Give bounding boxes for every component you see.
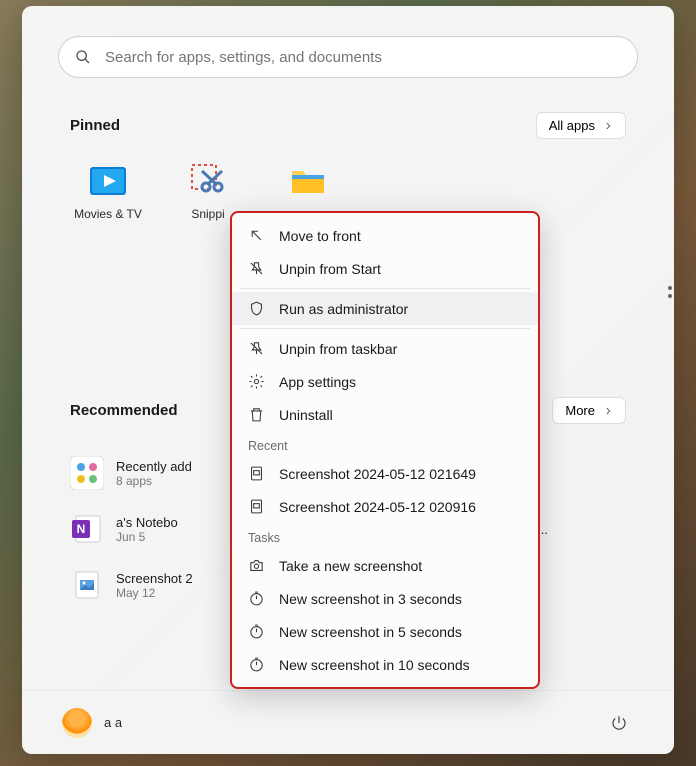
cm-move-to-front[interactable]: Move to front — [232, 219, 538, 252]
gear-icon — [248, 373, 265, 390]
power-button[interactable] — [604, 708, 634, 738]
separator — [240, 288, 530, 289]
separator — [240, 328, 530, 329]
rec-sub: 8 apps — [116, 474, 192, 488]
image-file-icon — [248, 498, 265, 515]
timer-icon — [248, 623, 265, 640]
unpin-icon — [248, 340, 265, 357]
context-menu: Move to front Unpin from Start Run as ad… — [230, 211, 540, 689]
app-tile-movies-tv[interactable]: Movies & TV — [62, 155, 154, 227]
start-menu: Pinned All apps Movies & TV Snippi Re — [22, 6, 674, 754]
rec-title: Recently add — [116, 459, 192, 474]
cm-unpin-taskbar[interactable]: Unpin from taskbar — [232, 332, 538, 365]
snipping-tool-icon — [188, 161, 228, 201]
svg-text:N: N — [77, 522, 86, 536]
image-file-icon — [248, 465, 265, 482]
rec-sub: Jun 5 — [116, 530, 178, 544]
rec-title: a's Notebo — [116, 515, 178, 530]
onenote-icon: N — [70, 512, 104, 546]
cm-tasks-label: Tasks — [232, 523, 538, 549]
chevron-right-icon — [603, 121, 613, 131]
search-icon — [75, 49, 91, 65]
timer-icon — [248, 656, 265, 673]
app-tile-label: Movies & TV — [74, 207, 142, 221]
cm-run-admin[interactable]: Run as administrator — [232, 292, 538, 325]
image-file-icon — [70, 568, 104, 602]
power-icon — [610, 714, 628, 732]
cm-app-settings[interactable]: App settings — [232, 365, 538, 398]
avatar — [62, 708, 92, 738]
cm-recent-item[interactable]: Screenshot 2024-05-12 021649 — [232, 457, 538, 490]
start-footer: a a — [22, 690, 674, 754]
rec-title: Screenshot 2 — [116, 571, 193, 586]
unpin-icon — [248, 260, 265, 277]
cm-unpin-start[interactable]: Unpin from Start — [232, 252, 538, 285]
trash-icon — [248, 406, 265, 423]
user-account-button[interactable]: a a — [62, 708, 122, 738]
file-explorer-icon — [288, 161, 328, 201]
more-button[interactable]: More — [552, 397, 626, 424]
search-bar[interactable] — [58, 36, 638, 78]
timer-icon — [248, 590, 265, 607]
movies-tv-icon — [88, 161, 128, 201]
app-tile-label: Snippi — [191, 207, 224, 221]
rec-sub: May 12 — [116, 586, 193, 600]
user-name: a a — [104, 715, 122, 730]
chevron-right-icon — [603, 406, 613, 416]
cm-task-item[interactable]: Take a new screenshot — [232, 549, 538, 582]
cm-recent-item[interactable]: Screenshot 2024-05-12 020916 — [232, 490, 538, 523]
cm-task-item[interactable]: New screenshot in 3 seconds — [232, 582, 538, 615]
page-dots[interactable] — [660, 286, 680, 298]
all-apps-button[interactable]: All apps — [536, 112, 626, 139]
arrow-top-left-icon — [248, 227, 265, 244]
pinned-heading: Pinned — [70, 117, 120, 134]
shield-icon — [248, 300, 265, 317]
cm-uninstall[interactable]: Uninstall — [232, 398, 538, 431]
apps-group-icon — [70, 456, 104, 490]
search-input[interactable] — [105, 49, 621, 66]
recommended-heading: Recommended — [70, 402, 178, 419]
cm-task-item[interactable]: New screenshot in 5 seconds — [232, 615, 538, 648]
camera-icon — [248, 557, 265, 574]
cm-task-item[interactable]: New screenshot in 10 seconds — [232, 648, 538, 681]
cm-recent-label: Recent — [232, 431, 538, 457]
